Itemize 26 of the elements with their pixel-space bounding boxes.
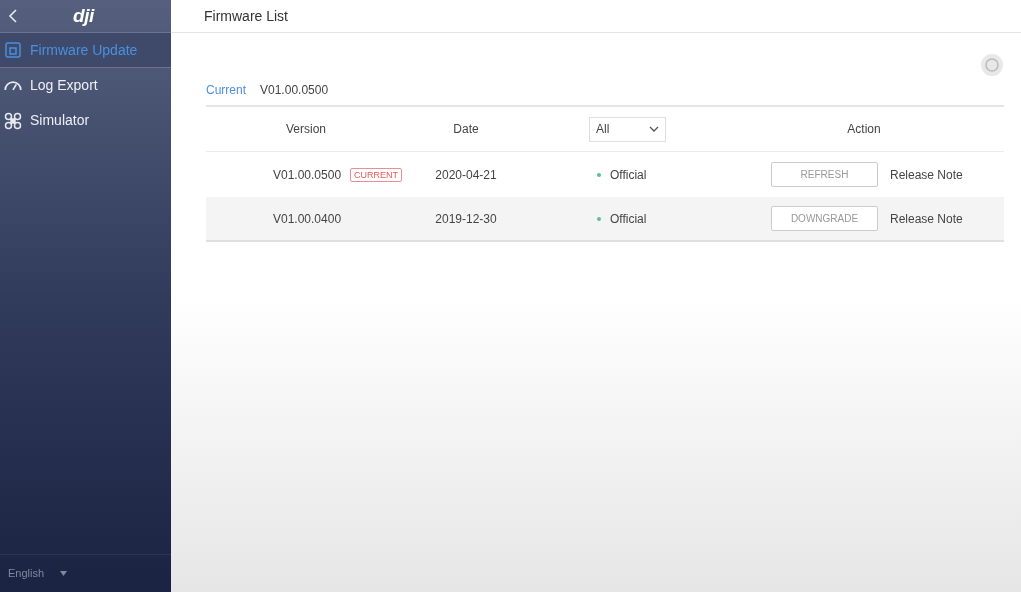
current-badge: CURRENT bbox=[350, 167, 403, 182]
gauge-icon bbox=[4, 80, 22, 91]
chevron-icon bbox=[649, 126, 659, 132]
column-header: Action bbox=[846, 121, 882, 138]
drone-icon bbox=[4, 111, 22, 130]
release-note-link[interactable]: Release Note bbox=[890, 209, 963, 228]
version-cell-text: V01.00.0400 bbox=[273, 210, 342, 228]
firmware-icon bbox=[4, 41, 22, 59]
type-cell-text: Official bbox=[610, 210, 647, 228]
page-title: Firmware List bbox=[204, 6, 288, 26]
release-note-link[interactable]: Release Note bbox=[890, 165, 963, 184]
date-cell-text: 2020-04-21 bbox=[435, 166, 497, 184]
back-icon[interactable] bbox=[8, 9, 18, 23]
sidebar-item[interactable]: Log Export bbox=[0, 68, 171, 103]
logo: dji bbox=[73, 3, 94, 28]
date-cell-text: 2019-12-30 bbox=[435, 210, 497, 228]
current-label: Current bbox=[206, 82, 246, 99]
version-cell-text: V01.00.0500 bbox=[273, 166, 342, 184]
language-selector[interactable]: English bbox=[8, 565, 45, 582]
column-header: Version bbox=[285, 121, 327, 138]
sidebar-item[interactable]: Simulator bbox=[0, 103, 171, 138]
column-header: Date bbox=[452, 121, 480, 138]
filter-dropdown[interactable]: All bbox=[589, 116, 666, 142]
type-cell-text: Official bbox=[610, 166, 647, 184]
current-version: V01.00.0500 bbox=[260, 82, 329, 99]
caret-icon[interactable] bbox=[60, 571, 68, 576]
